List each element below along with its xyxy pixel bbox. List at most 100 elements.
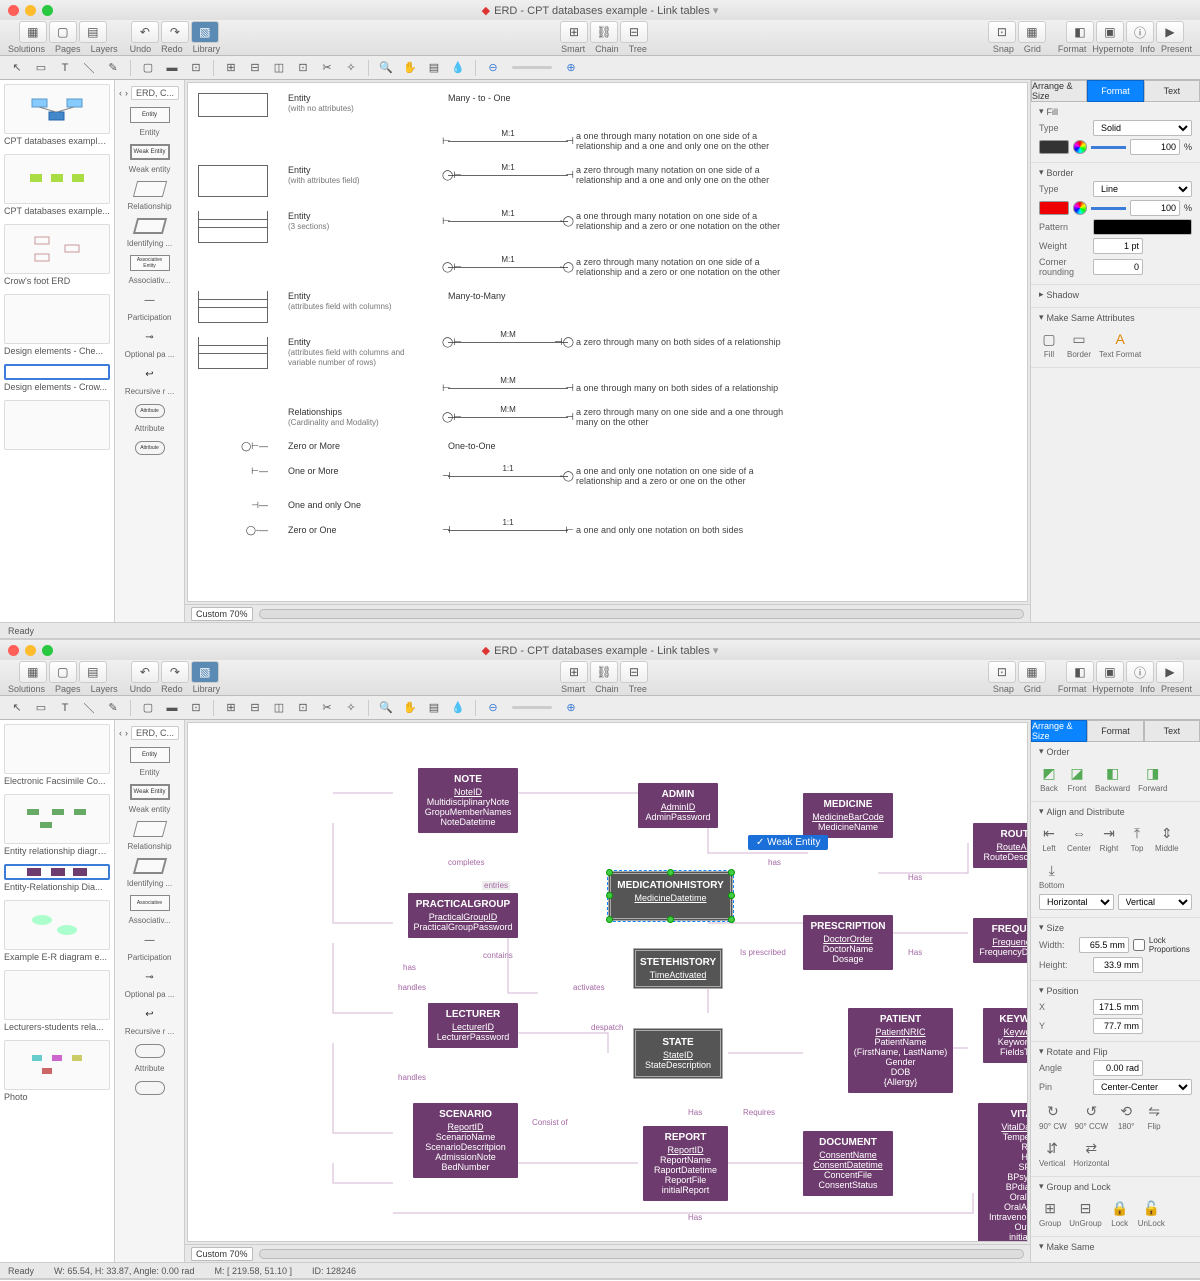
entity-stetehistory[interactable]: STETEHISTORYTimeActivated [633,948,723,989]
text-tool-icon[interactable]: T [56,59,74,77]
snap-button[interactable]: ⊡ [988,21,1016,43]
lock-proportions[interactable] [1133,939,1145,951]
make-same-fill[interactable]: ▢Fill [1039,330,1059,359]
lock-button[interactable]: 🔒Lock [1110,1199,1130,1228]
smart-button[interactable]: ⊞ [560,21,588,43]
entity-state[interactable]: STATEStateIDStateDescription [633,1028,723,1079]
cursor-tool-icon[interactable]: ↖ [8,59,26,77]
align-left[interactable]: ⇤Left [1039,824,1059,853]
layers-button[interactable]: ▤ [79,21,107,43]
close-icon[interactable] [8,645,19,656]
redo-button[interactable]: ↷ [161,21,189,43]
y-input[interactable] [1093,1018,1143,1034]
zoom-in-icon[interactable]: ⊕ [562,59,580,77]
lib-optional[interactable]: ⊸Optional pa ... [117,326,182,359]
bring-front[interactable]: ◪Front [1067,764,1087,793]
tab-text[interactable]: Text [1144,80,1200,102]
pen-tool-icon[interactable]: ✎ [104,59,122,77]
minimize-icon[interactable] [25,645,36,656]
tab-format[interactable]: Format [1087,720,1143,742]
entity-route[interactable]: ROUTERouteAbbrRouteDescription [973,823,1028,868]
erd-canvas[interactable]: completes entries has Has contains handl… [187,722,1028,1242]
lib-relationship[interactable]: Relationship [117,178,182,211]
pattern-select[interactable] [1093,219,1192,235]
rect-tool-icon[interactable]: ▭ [32,59,50,77]
zoom-slider[interactable] [512,66,552,69]
send-backward[interactable]: ◧Backward [1095,764,1130,793]
tab-format[interactable]: Format [1087,80,1143,102]
lib-recursive[interactable]: ↩Recursive r ... [117,363,182,396]
rotate-ccw[interactable]: ↺90° CCW [1075,1102,1108,1131]
entity-patient[interactable]: PATIENTPatientNRICPatientName (FirstName… [848,1008,953,1093]
corner-input[interactable] [1093,259,1143,275]
lib-entity[interactable]: EntityEntity [117,104,182,137]
maximize-icon[interactable] [42,645,53,656]
chain-button[interactable]: ⛓ [590,21,618,43]
ungroup-button[interactable]: ⊟UnGroup [1069,1199,1101,1228]
lib-weak-entity[interactable]: Weak EntityWeak entity [117,141,182,174]
rotate-180[interactable]: ⟲180° [1116,1102,1136,1131]
entity-note[interactable]: NOTENoteIDMultidisciplinaryNoteGropuMemb… [418,768,518,833]
tab-arrange[interactable]: Arrange & Size [1031,80,1087,102]
entity-frequency[interactable]: FREQUENCYFrequencyAbbrFrequencyDescripti… [973,918,1028,963]
angle-input[interactable] [1093,1060,1143,1076]
entity-medicine[interactable]: MEDICINEMedicineBarCodeMedicineName [803,793,893,838]
entity-medicationhistory[interactable]: MEDICATIONHISTORYMedicineDatetime [608,871,733,921]
library-button[interactable]: ▧ [191,21,219,43]
chevron-right-icon[interactable]: › [125,88,128,98]
make-same-border[interactable]: ▭Border [1067,330,1091,359]
flip-v[interactable]: ⇵Vertical [1039,1139,1065,1168]
entity-lecturer[interactable]: LECTURERLecturerIDLecturerPassword [428,1003,518,1048]
border-type-select[interactable]: Line [1093,181,1192,197]
distribute-h[interactable]: Horizontal [1039,894,1114,910]
entity-report[interactable]: REPORTReportIDReportNameRaportDatetimeRe… [643,1126,728,1201]
color-wheel-icon[interactable] [1073,201,1087,215]
minimize-icon[interactable] [25,5,36,16]
entity-scenario[interactable]: SCENARIOReportIDScenarioNameScenarioDesc… [413,1103,518,1178]
pages-button[interactable]: ▢ [49,21,77,43]
weight-input[interactable] [1093,238,1143,254]
border-opacity-input[interactable] [1130,200,1180,216]
entity-keyword[interactable]: KEYWORDKeywordIDKeywordDescFieldsToMap [983,1008,1028,1063]
tree-button[interactable]: ⊟ [620,21,648,43]
flip[interactable]: ⇋Flip [1144,1102,1164,1131]
info-button[interactable]: ⓘ [1126,21,1154,43]
canvas[interactable]: Entity(with no attributes)Many - to - On… [187,82,1028,602]
lib-identifying[interactable]: Identifying ... [117,215,182,248]
entity-practicalgroup[interactable]: PRACTICALGROUPPracticalGroupIDPracticalG… [408,893,518,938]
align-center[interactable]: ⇔Center [1067,824,1091,853]
width-input[interactable] [1079,937,1129,953]
align-bottom[interactable]: ⤓Bottom [1039,861,1064,890]
fill-opacity-input[interactable] [1130,139,1180,155]
present-button[interactable]: ▶ [1156,21,1184,43]
entity-admin[interactable]: ADMINAdminIDAdminPassword [638,783,718,828]
lib-participation[interactable]: —Participation [117,289,182,322]
align-right[interactable]: ⇥Right [1099,824,1119,853]
distribute-v[interactable]: Vertical [1118,894,1193,910]
entity-prescription[interactable]: PRESCRIPTIONDoctorOrderDoctorNameDosage [803,915,893,970]
lib-attribute[interactable]: AttributeAttribute [117,400,182,433]
color-wheel-icon[interactable] [1073,140,1087,154]
lib-associative[interactable]: Associative EntityAssociativ... [117,252,182,285]
pin-select[interactable]: Center-Center [1093,1079,1192,1095]
unlock-button[interactable]: 🔓UnLock [1138,1199,1165,1228]
entity-document[interactable]: DOCUMENTConsentNameConsentDatetimeConcen… [803,1131,893,1196]
hand-tool-icon[interactable]: ✋ [401,59,419,77]
bring-forward[interactable]: ◨Forward [1138,764,1167,793]
align-top[interactable]: ⤒Top [1127,824,1147,853]
zoom-select[interactable]: Custom 70% [191,607,253,621]
undo-button[interactable]: ↶ [131,21,159,43]
border-color-swatch[interactable] [1039,201,1069,215]
search-icon[interactable]: 🔍 [377,59,395,77]
line-tool-icon[interactable]: ＼ [80,59,98,77]
x-input[interactable] [1093,999,1143,1015]
format-button[interactable]: ◧ [1066,21,1094,43]
eyedropper-icon[interactable]: 💧 [449,59,467,77]
grid-button[interactable]: ▦ [1018,21,1046,43]
send-back[interactable]: ◩Back [1039,764,1059,793]
fill-type-select[interactable]: Solid [1093,120,1192,136]
chevron-left-icon[interactable]: ‹ [119,88,122,98]
fill-color-swatch[interactable] [1039,140,1069,154]
hscroll[interactable] [259,609,1024,619]
height-input[interactable] [1093,957,1143,973]
